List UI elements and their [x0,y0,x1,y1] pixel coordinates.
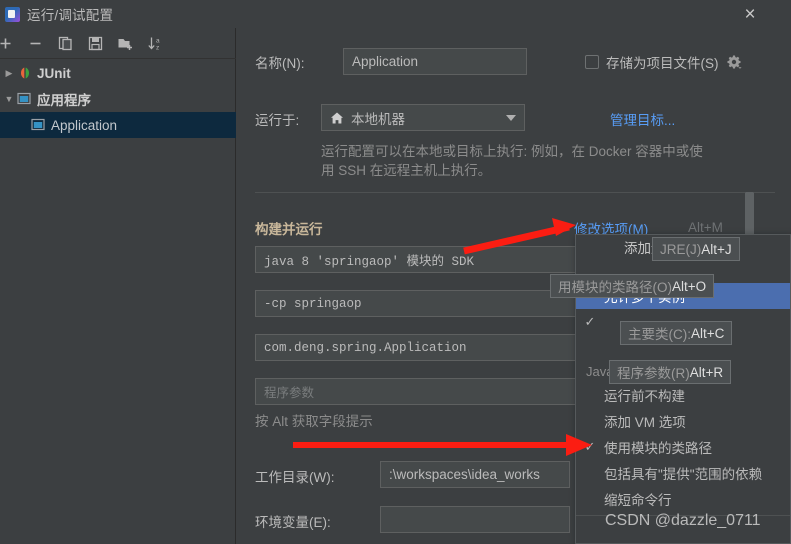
form-divider [255,192,775,193]
tooltip-text: 用模块的类路径(O) [558,280,672,295]
menu-item-label: 运行前不构建 [604,389,685,404]
alt-hint-label: 按 Alt 获取字段提示 [255,414,373,429]
copy-icon[interactable] [57,35,74,52]
remove-button[interactable] [27,35,44,52]
tooltip-shortcut: Alt+O [672,278,707,294]
vm-options-value: -cp springaop [264,296,362,311]
env-vars-label: 环境变量(E): [255,515,331,530]
build-and-run-section-title: 构建并运行 [255,222,323,237]
manage-targets-link[interactable]: 管理目标... [610,109,675,129]
store-as-project-file-row: 存储为项目文件(S) [585,52,742,72]
tooltip-text: 程序参数(R) [617,366,690,381]
module-classpath-tooltip: 用模块的类路径(O) Alt+O [550,274,715,298]
tooltip-shortcut: Alt+R [689,364,724,380]
tooltip-text: 主要类(C): [628,327,691,342]
svg-text:z: z [156,44,159,51]
run-on-label: 运行于: [255,113,300,128]
tree-item-label: Application [51,117,118,133]
working-dir-input[interactable]: :\workspaces\idea_works [380,461,570,488]
menu-item-label: 包括具有"提供"范围的依赖 [604,467,763,482]
run-on-combobox[interactable]: 本地机器 [321,104,525,131]
store-as-project-file-checkbox[interactable] [585,55,599,69]
junit-icon [16,66,33,80]
env-vars-input[interactable] [380,506,570,533]
menu-item-label: 添加 VM 选项 [604,415,686,430]
tooltip-shortcut: Alt+C [691,325,725,341]
jdk-combobox[interactable]: java 8 'springaop' 模块的 SDK [255,246,591,273]
menu-item-use-module-classpath[interactable]: ✓ 使用模块的类路径 [576,434,790,460]
save-icon[interactable] [87,35,104,52]
jdk-value: java 8 'springaop' 模块的 SDK [264,255,475,269]
check-icon: ✓ [584,439,596,454]
tooltip-shortcut: Alt+J [701,241,732,257]
name-input[interactable]: Application [343,48,527,75]
name-row: 名称(N): [255,52,305,72]
name-label: 名称(N): [255,56,305,71]
folder-add-icon[interactable] [117,35,134,52]
run-on-row: 运行于: [255,109,299,129]
chevron-down-icon[interactable]: ▼ [2,94,16,104]
tree-item-application-group[interactable]: ▼ 应用程序 [0,86,236,112]
title-bar: 运行/调试配置 × [0,0,791,28]
home-icon [330,111,344,125]
gear-icon[interactable] [726,54,742,70]
chevron-right-icon[interactable]: ▶ [2,68,16,79]
menu-item-add-vm-options[interactable]: 添加 VM 选项 [576,408,790,434]
application-folder-icon [16,92,33,106]
configurations-panel: a z ▶ JUnit ▼ 应用程序 Application [0,28,236,544]
tooltip-text: JRE(J) [660,241,702,257]
program-arguments-placeholder: 程序参数 [264,387,315,401]
tree-item-label: 应用程序 [37,93,91,108]
main-class-input[interactable]: com.deng.spring.Application [255,334,591,361]
add-button[interactable] [0,35,14,52]
main-class-value: com.deng.spring.Application [264,340,467,355]
main-class-tooltip: 主要类(C): Alt+C [620,321,733,345]
run-on-description-line1: 运行配置可以在本地或目标上执行: 例如，在 Docker 容器中或使 [321,144,703,159]
menu-item-shorten-command-line[interactable]: 缩短命令行 [576,486,790,512]
store-as-project-file-label: 存储为项目文件(S) [606,56,719,71]
svg-text:a: a [156,37,160,44]
menu-item-do-not-build-before-run[interactable]: 运行前不构建 [576,382,790,408]
vm-options-input[interactable]: -cp springaop [255,290,591,317]
tree-item-junit[interactable]: ▶ JUnit [0,60,236,86]
working-dir-label: 工作目录(W): [255,470,335,485]
close-icon[interactable]: × [739,3,761,25]
menu-item-label: 使用模块的类路径 [604,441,712,456]
run-on-description-line2: 用 SSH 在远程主机上执行。 [321,163,492,178]
sort-alpha-icon[interactable]: a z [147,35,164,52]
chevron-down-icon[interactable] [506,114,516,121]
menu-item-label: 缩短命令行 [604,493,672,508]
env-vars-row: 环境变量(E): [255,511,331,531]
tree-item-application[interactable]: Application [0,112,236,138]
working-dir-row: 工作目录(W): [255,466,334,486]
run-on-value: 本地机器 [351,111,405,127]
program-args-tooltip: 程序参数(R) Alt+R [609,360,732,384]
configurations-toolbar: a z [0,28,236,59]
run-debug-configurations-dialog: 运行/调试配置 × a z ▶ JUnit ▼ 应用程序 Application… [0,0,791,544]
jre-tooltip: JRE(J) Alt+J [652,237,740,261]
window-title: 运行/调试配置 [27,8,114,23]
tree-item-label: JUnit [37,65,71,81]
intellij-idea-icon [5,6,20,22]
configurations-tree: ▶ JUnit ▼ 应用程序 Application [0,60,236,138]
program-arguments-input[interactable]: 程序参数 [255,378,591,405]
watermark: CSDN @dazzle_0711 [605,512,761,529]
check-icon: ✓ [584,314,596,329]
menu-item-include-provided-scope[interactable]: 包括具有"提供"范围的依赖 [576,460,790,486]
application-icon [30,118,47,132]
